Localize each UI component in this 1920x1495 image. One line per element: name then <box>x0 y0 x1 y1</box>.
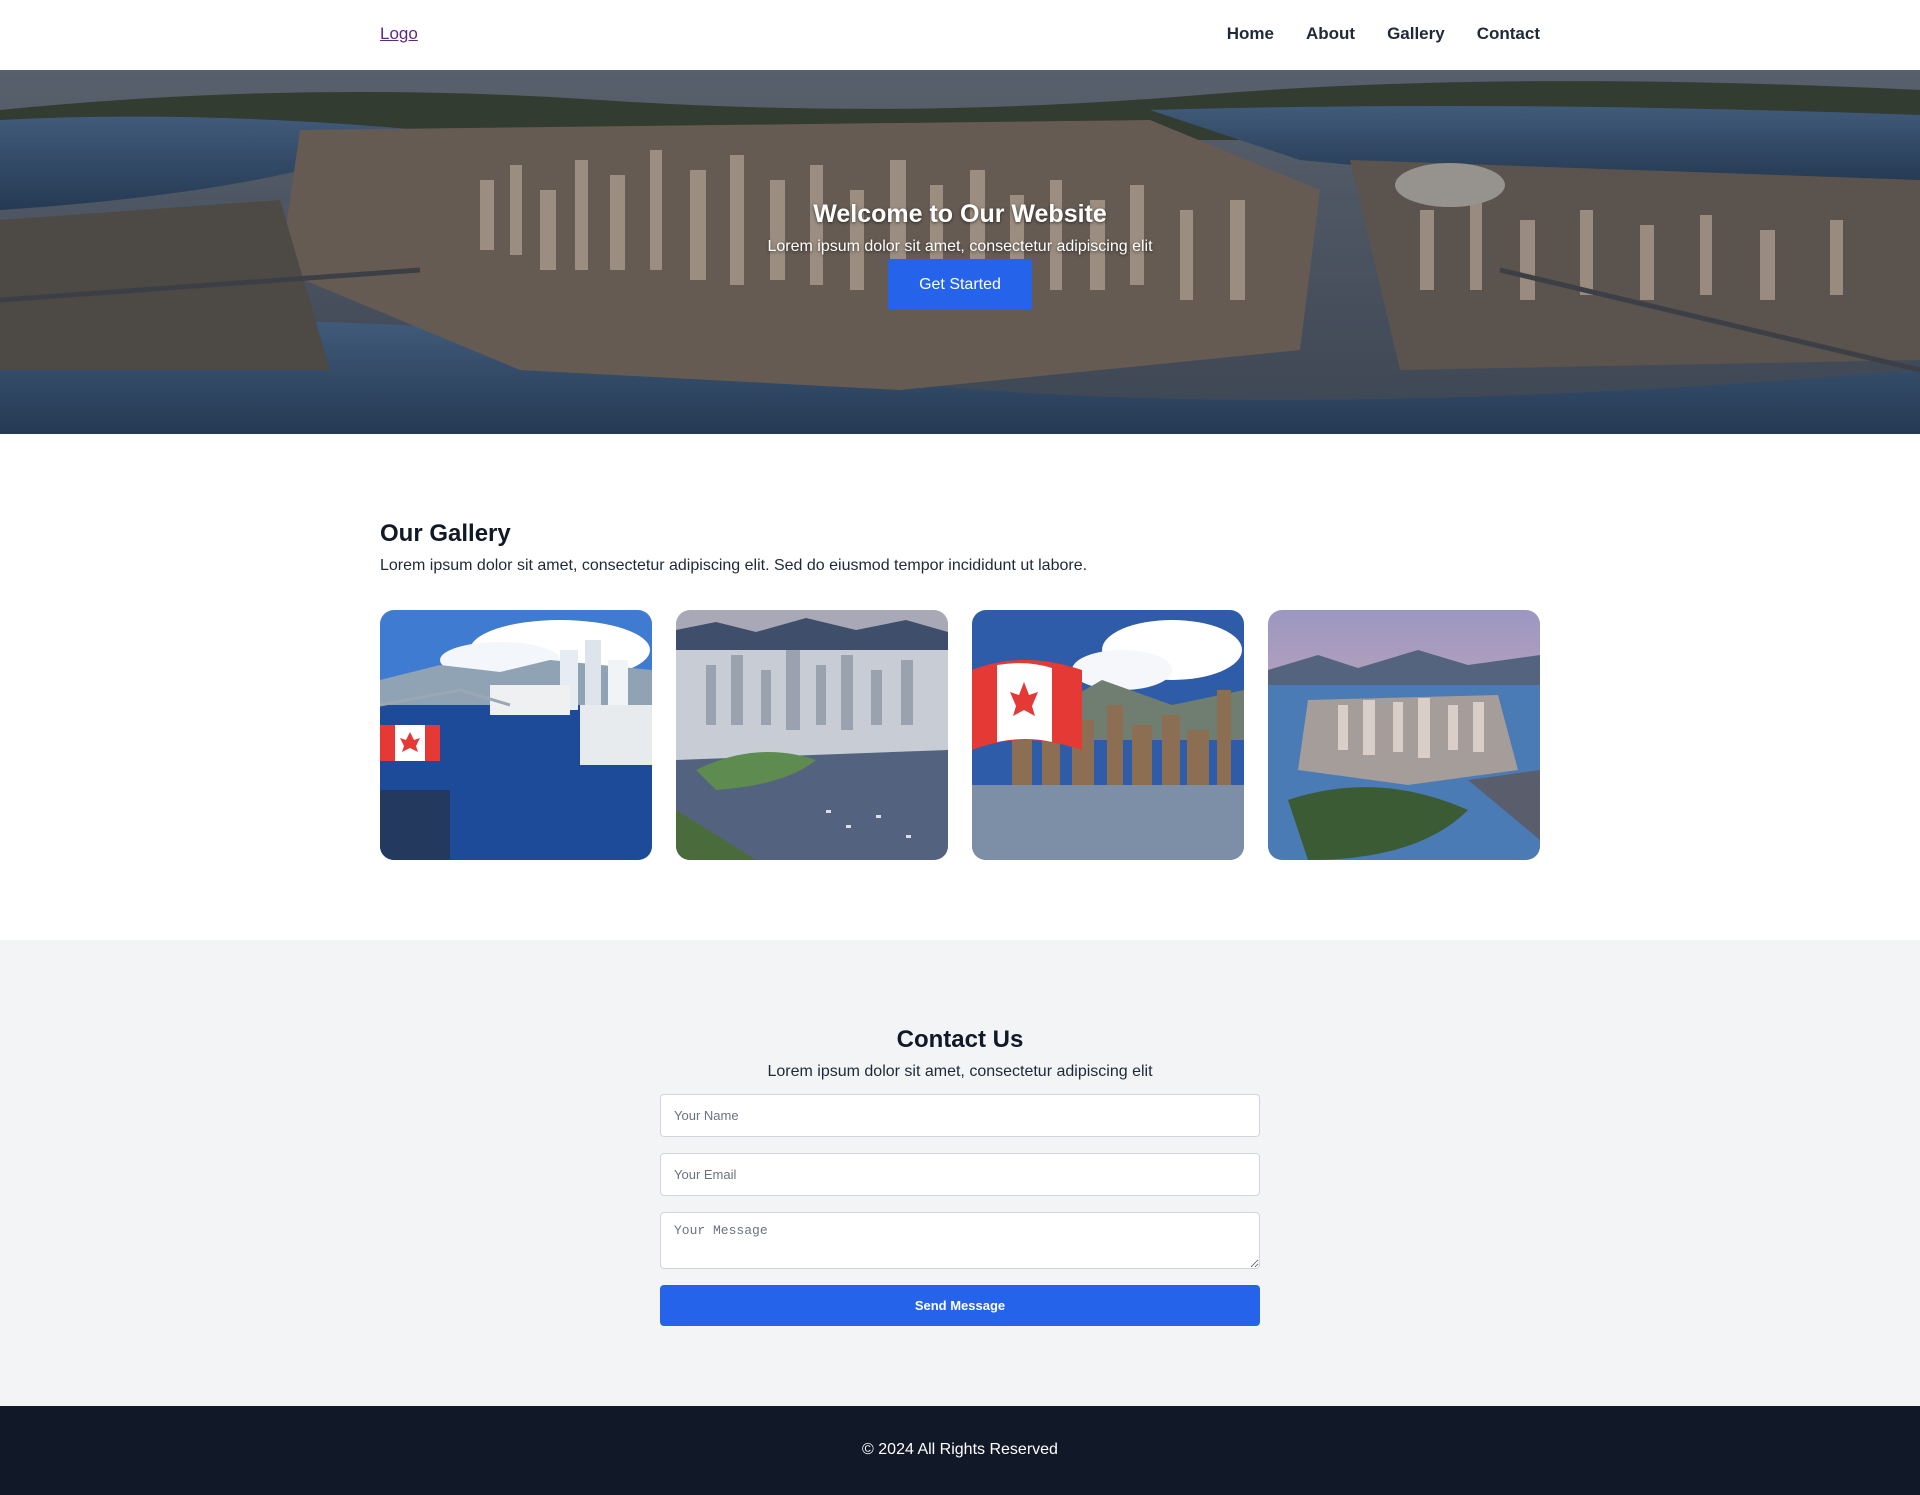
hero-content: Welcome to Our Website Lorem ipsum dolor… <box>0 70 1920 434</box>
gallery-image-vancouver-downtown-aerial-photo[interactable] <box>676 610 948 860</box>
hero-section: Welcome to Our Website Lorem ipsum dolor… <box>0 70 1920 434</box>
email-input[interactable] <box>660 1153 1260 1196</box>
site-footer: © 2024 All Rights Reserved <box>0 1406 1920 1495</box>
main-nav: Home About Gallery Contact <box>1227 24 1540 44</box>
gallery-description: Lorem ipsum dolor sit amet, consectetur … <box>380 557 1088 574</box>
send-message-button[interactable]: Send Message <box>660 1285 1260 1326</box>
get-started-button[interactable]: Get Started <box>888 259 1032 310</box>
gallery-image-vancouver-sunset-aerial-photo[interactable] <box>1268 610 1540 860</box>
copyright-text: © 2024 All Rights Reserved <box>862 1441 1058 1458</box>
contact-subtitle: Lorem ipsum dolor sit amet, consectetur … <box>767 1063 1153 1080</box>
gallery-image-canadian-flag-city-skyline-photo[interactable] <box>972 610 1244 860</box>
logo-link[interactable]: Logo <box>380 24 418 44</box>
contact-title: Contact Us <box>896 1026 1024 1053</box>
message-textarea[interactable] <box>660 1212 1260 1269</box>
nav-link-gallery[interactable]: Gallery <box>1387 24 1445 44</box>
gallery-title: Our Gallery <box>380 520 511 547</box>
hero-subtitle: Lorem ipsum dolor sit amet, consectetur … <box>767 238 1153 255</box>
nav-link-home[interactable]: Home <box>1227 24 1274 44</box>
contact-section: Contact Us Lorem ipsum dolor sit amet, c… <box>0 940 1920 1406</box>
gallery-image-vancouver-harbour-canadian-flag-photo[interactable] <box>380 610 652 860</box>
nav-link-contact[interactable]: Contact <box>1477 24 1540 44</box>
hero-title: Welcome to Our Website <box>813 200 1107 228</box>
nav-link-about[interactable]: About <box>1306 24 1355 44</box>
site-header: Logo Home About Gallery Contact <box>0 0 1920 70</box>
name-input[interactable] <box>660 1094 1260 1137</box>
